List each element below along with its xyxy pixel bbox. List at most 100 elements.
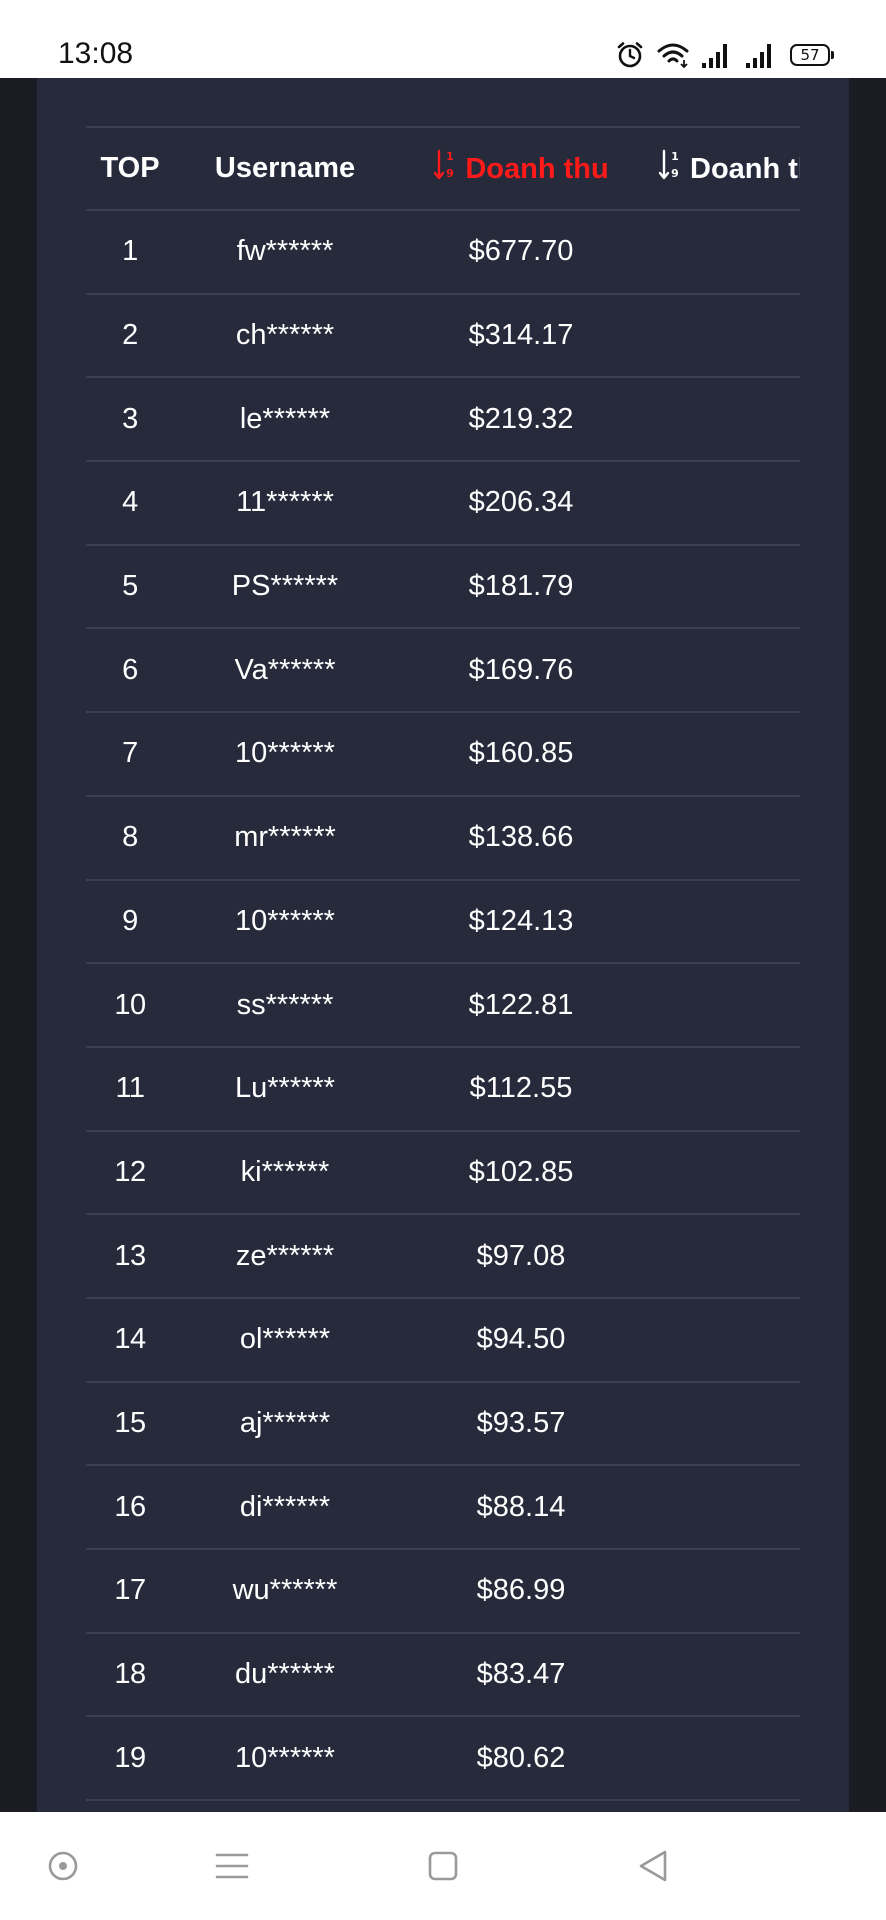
sort-numeric-ascending-icon: 1 9 [433,148,457,190]
status-icons: 57 [616,38,834,72]
table-row: 15 aj****** $93.57 [86,1382,800,1466]
svg-text:9: 9 [446,167,454,180]
back-triangle-icon[interactable] [613,1812,693,1920]
table-row: 13 ze****** $97.08 [86,1214,800,1298]
empty-cell [646,1214,800,1298]
empty-cell [646,461,800,545]
username-cell: ol****** [239,1323,331,1356]
menu-icon[interactable] [192,1812,272,1920]
empty-cell [646,1465,800,1549]
revenue-cell: $86.99 [476,1574,566,1607]
username-cell: du****** [235,1658,335,1691]
rank-cell: 7 [122,737,138,770]
username-cell: mr****** [234,821,336,854]
leaderboard-table-scroll[interactable]: TOP Username 1 9 Doanh thu 1 9 Doanh t 1… [86,126,800,1801]
empty-cell [646,377,800,461]
rank-cell: 16 [114,1490,146,1523]
revenue-cell: $206.34 [468,486,574,519]
column-header-revenue-secondary[interactable]: 1 9 Doanh thu [646,127,800,210]
table-row: 2 ch****** $314.17 [86,294,800,378]
revenue-cell: $124.13 [468,904,574,937]
system-nav-bar [0,1812,886,1920]
table-row: 3 le****** $219.32 [86,377,800,462]
rank-cell: 8 [122,821,138,854]
revenue-cell: $219.32 [468,402,574,435]
empty-cell [646,880,800,964]
username-cell: fw****** [236,235,334,268]
column-header-revenue[interactable]: 1 9 Doanh thu [396,127,646,210]
rank-cell: 17 [114,1574,146,1607]
table-row: 16 di****** $88.14 [86,1465,800,1549]
revenue-cell: $314.17 [468,319,574,352]
leaderboard-panel[interactable]: TOP Username 1 9 Doanh thu 1 9 Doanh t 1… [37,78,849,1812]
rank-cell: 12 [114,1155,146,1188]
svg-text:1: 1 [446,150,454,163]
empty-cell [646,712,800,796]
rank-cell: 5 [122,570,138,603]
circle-dot-icon[interactable] [23,1812,103,1920]
empty-cell [646,796,800,880]
revenue-cell: $181.79 [468,570,574,603]
table-row: 12 ki****** $102.85 [86,1131,800,1215]
table-row: 10 ss****** $122.81 [86,963,800,1047]
revenue-cell: $169.76 [468,653,574,686]
username-cell: Va****** [234,653,336,686]
empty-cell [646,628,800,712]
signal-icon [702,42,734,68]
username-cell: PS****** [231,570,339,603]
revenue-cell: $122.81 [468,988,574,1021]
table-row: 11 Lu****** $112.55 [86,1047,800,1131]
username-cell: le****** [239,402,331,435]
square-icon[interactable] [403,1812,483,1920]
rank-cell: 13 [114,1239,146,1272]
battery-level: 57 [800,46,820,64]
table-row: 19 10****** $80.62 [86,1716,800,1801]
empty-cell [646,1131,800,1215]
status-time: 13:08 [58,37,134,70]
revenue-cell: $88.14 [476,1490,566,1523]
table-row: 14 ol****** $94.50 [86,1298,800,1382]
rank-cell: 19 [114,1741,146,1774]
revenue-cell: $94.50 [476,1323,566,1356]
username-cell: Lu****** [235,1072,335,1105]
table-row: 6 Va****** $169.76 [86,628,800,713]
username-cell: 10****** [235,904,335,937]
rank-cell: 14 [114,1323,146,1356]
rank-cell: 2 [122,319,138,352]
svg-text:9: 9 [671,167,679,180]
column-header-top: TOP [100,152,160,184]
username-cell: ze****** [235,1239,335,1272]
table-header-row: TOP Username 1 9 Doanh thu 1 9 Doanh t [86,127,800,210]
empty-cell [646,1298,800,1382]
username-cell: aj****** [239,1406,331,1439]
sort-numeric-ascending-icon: 1 9 [658,148,682,190]
empty-cell [646,1633,800,1717]
rank-cell: 11 [115,1072,145,1105]
table-row: 8 mr****** $138.66 [86,796,800,880]
revenue-cell: $83.47 [476,1658,566,1691]
table-row: 7 10****** $160.85 [86,712,800,796]
revenue-cell: $160.85 [468,737,574,770]
empty-cell [646,294,800,378]
page-gutter-right [849,78,886,1812]
alarm-icon [616,41,644,69]
rank-cell: 4 [122,486,138,519]
empty-cell [646,1716,800,1800]
empty-cell [646,1382,800,1466]
username-cell: ss****** [236,988,334,1021]
empty-cell [646,545,800,629]
column-header-revenue-secondary-label: Doanh thu [690,152,800,185]
empty-cell [646,210,800,294]
rank-cell: 6 [122,653,138,686]
table-row: 4 11****** $206.34 [86,461,800,545]
table-row: 1 fw****** $677.70 [86,210,800,294]
username-cell: di****** [239,1490,331,1523]
rank-cell: 3 [122,402,138,435]
revenue-cell: $97.08 [476,1239,566,1272]
username-cell: ch****** [235,319,335,352]
status-bar: 13:08 57 [0,0,886,78]
username-cell: 11****** [236,486,334,519]
revenue-cell: $93.57 [476,1406,566,1439]
rank-cell: 18 [114,1658,146,1691]
username-cell: 10****** [235,737,335,770]
